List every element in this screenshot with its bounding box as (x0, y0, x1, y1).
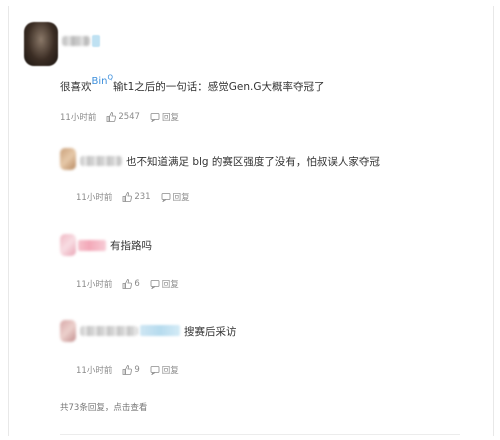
avatar[interactable] (24, 22, 58, 66)
like-icon[interactable] (122, 279, 133, 289)
mention-link[interactable]: BinQ (92, 74, 114, 87)
reply-button[interactable]: 回复 (162, 364, 179, 376)
reply-avatar[interactable] (60, 320, 76, 342)
comment-text: 很喜欢BinQ输t1之后的一句话：感觉Gen.G大概率夺冠了 (60, 73, 325, 93)
reply-icon[interactable] (150, 279, 160, 289)
reply-meta: 11小时前 9 回复 (76, 364, 179, 376)
like-count: 6 (134, 279, 140, 289)
reply-button[interactable]: 回复 (162, 111, 179, 123)
reply-time: 11小时前 (76, 366, 113, 376)
reply-meta: 11小时前 231 回复 (76, 191, 190, 203)
reply-icon[interactable] (150, 112, 160, 122)
like-count: 2547 (118, 112, 140, 122)
view-more-replies-link[interactable]: 共73条回复，点击查看 (60, 401, 147, 413)
divider (60, 434, 460, 435)
comment-time: 11小时前 (60, 113, 97, 123)
reply-avatar[interactable] (60, 148, 76, 170)
reply-text: 有指路吗 (110, 240, 152, 252)
reply-username-blurred[interactable] (80, 326, 138, 336)
reply-meta: 11小时前 6 回复 (76, 278, 179, 290)
user-badge-icon (92, 35, 100, 47)
reply-text: 搜赛后采访 (184, 326, 237, 338)
reply-text: 也不知道满足 blg 的赛区强度了没有，怕叔误人家夺冠 (126, 156, 380, 168)
reply-icon[interactable] (150, 365, 160, 375)
like-icon[interactable] (122, 192, 133, 202)
reply-button[interactable]: 回复 (162, 278, 179, 290)
username-blurred[interactable] (62, 36, 90, 46)
like-count: 231 (134, 192, 151, 202)
like-icon[interactable] (122, 365, 133, 375)
like-count: 9 (134, 365, 140, 375)
comment-meta: 11小时前 2547 回复 (60, 111, 179, 123)
reply-username-blurred[interactable] (80, 156, 122, 166)
reply-username-blurred[interactable] (78, 240, 106, 251)
reply-avatar[interactable] (60, 234, 76, 256)
reply-button[interactable]: 回复 (173, 191, 190, 203)
user-badge-icon (140, 325, 180, 336)
like-icon[interactable] (106, 112, 117, 122)
reply-icon[interactable] (161, 192, 171, 202)
reply-time: 11小时前 (76, 193, 113, 203)
reply-time: 11小时前 (76, 280, 113, 290)
